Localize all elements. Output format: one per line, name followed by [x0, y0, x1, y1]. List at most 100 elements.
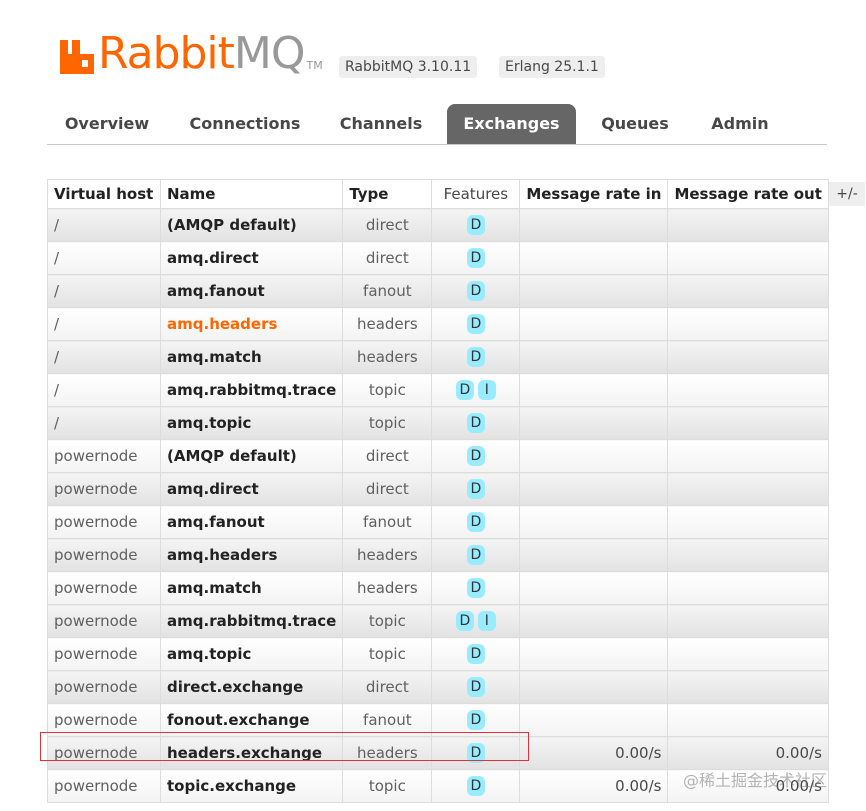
table-row[interactable]: powernode fonout.exchange fanout D [47, 703, 829, 737]
cell-message-rate-in [519, 505, 669, 539]
cell-features: D [431, 637, 521, 671]
rabbitmq-version-badge: RabbitMQ 3.10.11 [339, 56, 478, 78]
cell-exchange-name-link[interactable]: amq.rabbitmq.trace [159, 373, 344, 407]
cell-message-rate-out [667, 703, 829, 737]
cell-type: topic [342, 406, 433, 440]
cell-message-rate-out [667, 670, 829, 704]
feature-durable-badge: D [466, 710, 485, 730]
cell-type: fanout [342, 274, 433, 308]
column-toggle-button[interactable]: +/- [829, 182, 865, 206]
table-row[interactable]: powernode amq.rabbitmq.trace topic D I [47, 604, 829, 638]
cell-features: D [431, 703, 521, 737]
cell-type: topic [342, 769, 433, 803]
cell-type: headers [342, 538, 433, 572]
column-header-message-rate-out[interactable]: Message rate out [667, 179, 829, 209]
feature-durable-badge: D [466, 479, 485, 499]
cell-exchange-name-link[interactable]: amq.match [159, 340, 344, 374]
cell-exchange-name-link[interactable]: amq.headers [159, 307, 344, 341]
watermark-text: @稀土掘金技术社区 [683, 771, 828, 790]
cell-virtual-host: / [47, 373, 161, 407]
cell-exchange-name-link[interactable]: (AMQP default) [159, 439, 344, 473]
tab-overview[interactable]: Overview [57, 104, 157, 144]
feature-internal-badge: I [477, 380, 496, 400]
cell-exchange-name-link[interactable]: amq.direct [159, 472, 344, 506]
feature-durable-badge: D [466, 314, 485, 334]
cell-exchange-name-link[interactable]: amq.fanout [159, 274, 344, 308]
feature-durable-badge: D [466, 677, 485, 697]
cell-features: D [431, 406, 521, 440]
erlang-version-badge: Erlang 25.1.1 [499, 56, 605, 78]
tab-channels[interactable]: Channels [333, 104, 429, 144]
logo-wordmark: RabbitMQ [98, 28, 306, 79]
table-row[interactable]: / amq.topic topic D [47, 406, 829, 440]
tab-connections[interactable]: Connections [181, 104, 309, 144]
cell-exchange-name-link[interactable]: amq.match [159, 571, 344, 605]
cell-exchange-name-link[interactable]: amq.fanout [159, 505, 344, 539]
table-row[interactable]: / (AMQP default) direct D [47, 208, 829, 242]
cell-type: headers [342, 571, 433, 605]
tab-queues[interactable]: Queues [593, 104, 677, 144]
table-row[interactable]: powernode amq.match headers D [47, 571, 829, 605]
cell-message-rate-out [667, 604, 829, 638]
table-row[interactable]: powernode (AMQP default) direct D [47, 439, 829, 473]
cell-exchange-name-link[interactable]: (AMQP default) [159, 208, 344, 242]
table-row[interactable]: / amq.rabbitmq.trace topic D I [47, 373, 829, 407]
tab-exchanges[interactable]: Exchanges [447, 104, 576, 144]
column-header-name[interactable]: Name [159, 179, 344, 209]
cell-virtual-host: powernode [47, 604, 161, 638]
cell-features: D [431, 505, 521, 539]
table-row[interactable]: / amq.fanout fanout D [47, 274, 829, 308]
cell-exchange-name-link[interactable]: topic.exchange [159, 769, 344, 803]
tab-admin[interactable]: Admin [705, 104, 775, 144]
cell-message-rate-in [519, 340, 669, 374]
cell-virtual-host: powernode [47, 736, 161, 770]
feature-durable-badge: D [466, 545, 485, 565]
cell-virtual-host: / [47, 241, 161, 275]
cell-exchange-name-link[interactable]: amq.topic [159, 637, 344, 671]
table-row[interactable]: powernode headers.exchange headers D 0.00/s 0… [47, 736, 829, 770]
cell-exchange-name-link[interactable]: amq.direct [159, 241, 344, 275]
table-row[interactable]: powernode direct.exchange direct D [47, 670, 829, 704]
feature-durable-badge: D [466, 743, 485, 763]
table-row[interactable]: / amq.direct direct D [47, 241, 829, 275]
cell-message-rate-in [519, 670, 669, 704]
cell-features: D [431, 307, 521, 341]
cell-exchange-name-link[interactable]: amq.rabbitmq.trace [159, 604, 344, 638]
feature-durable-badge: D [466, 413, 485, 433]
column-header-message-rate-in[interactable]: Message rate in [519, 179, 669, 209]
rabbitmq-logo[interactable]: RabbitMQ TM [60, 28, 323, 79]
feature-durable-badge: D [466, 578, 485, 598]
cell-virtual-host: powernode [47, 472, 161, 506]
cell-features: D [431, 274, 521, 308]
cell-exchange-name-link[interactable]: headers.exchange [159, 736, 344, 770]
cell-type: headers [342, 307, 433, 341]
feature-durable-badge: D [466, 347, 485, 367]
cell-exchange-name-link[interactable]: fonout.exchange [159, 703, 344, 737]
cell-message-rate-out [667, 637, 829, 671]
cell-message-rate-out [667, 373, 829, 407]
cell-type: topic [342, 637, 433, 671]
feature-durable-badge: D [466, 281, 485, 301]
cell-virtual-host: powernode [47, 439, 161, 473]
table-row[interactable]: powernode amq.topic topic D [47, 637, 829, 671]
cell-virtual-host: powernode [47, 571, 161, 605]
table-row[interactable]: powernode amq.fanout fanout D [47, 505, 829, 539]
cell-virtual-host: powernode [47, 505, 161, 539]
table-row[interactable]: / amq.headers headers D [47, 307, 829, 341]
column-header-type[interactable]: Type [342, 179, 433, 209]
cell-exchange-name-link[interactable]: direct.exchange [159, 670, 344, 704]
cell-features: D [431, 769, 521, 803]
column-header-virtual-host[interactable]: Virtual host [47, 179, 161, 209]
cell-virtual-host: powernode [47, 769, 161, 803]
cell-message-rate-in [519, 373, 669, 407]
cell-message-rate-out [667, 505, 829, 539]
cell-type: headers [342, 340, 433, 374]
table-row[interactable]: / amq.match headers D [47, 340, 829, 374]
table-row[interactable]: powernode amq.direct direct D [47, 472, 829, 506]
cell-type: topic [342, 604, 433, 638]
cell-exchange-name-link[interactable]: amq.headers [159, 538, 344, 572]
table-row[interactable]: powernode amq.headers headers D [47, 538, 829, 572]
exchange-rows: / (AMQP default) direct D / amq.direct direct D… [47, 208, 829, 803]
cell-exchange-name-link[interactable]: amq.topic [159, 406, 344, 440]
feature-durable-badge: D [466, 446, 485, 466]
